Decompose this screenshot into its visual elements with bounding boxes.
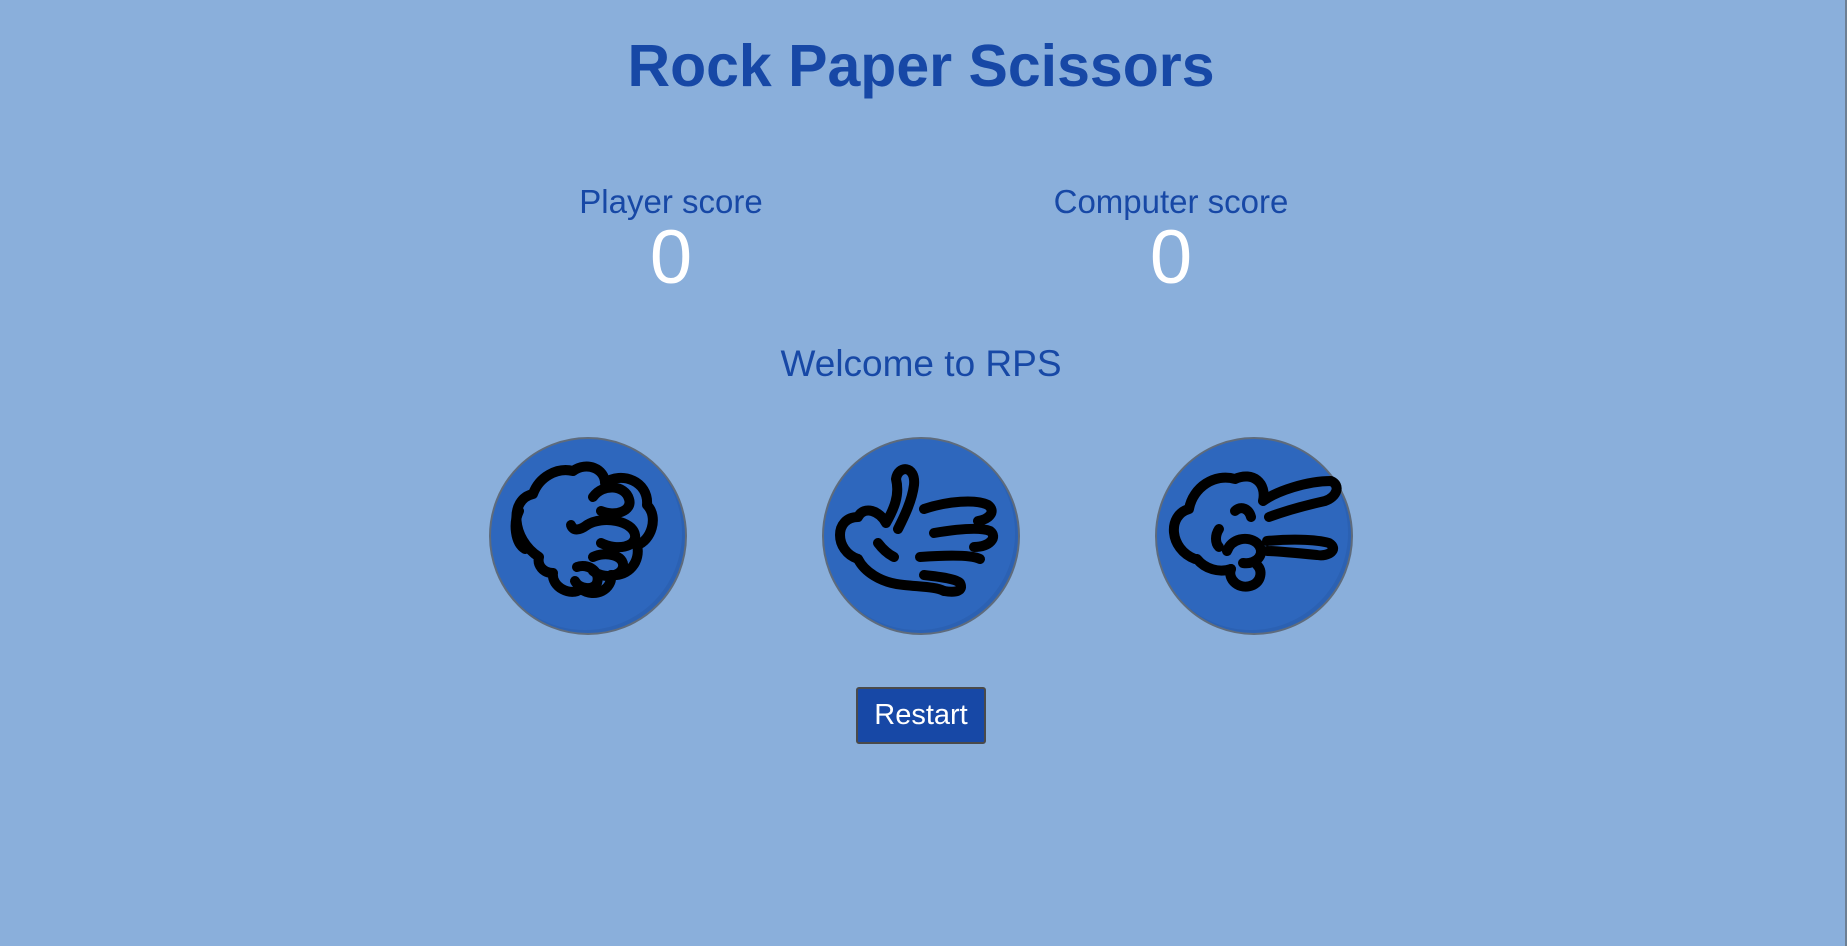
computer-score: Computer score 0 bbox=[991, 182, 1351, 298]
computer-score-value: 0 bbox=[1149, 215, 1193, 300]
player-score-value: 0 bbox=[649, 215, 693, 300]
rock-button[interactable] bbox=[489, 437, 687, 635]
page-title: Rock Paper Scissors bbox=[627, 33, 1215, 99]
scissors-hand-icon bbox=[1169, 471, 1342, 592]
paper-button[interactable] bbox=[822, 437, 1020, 635]
status-message: Welcome to RPS bbox=[780, 343, 1062, 384]
restart-button[interactable]: Restart bbox=[856, 687, 986, 744]
rock-fist-icon bbox=[510, 461, 658, 598]
scissors-button[interactable] bbox=[1155, 437, 1353, 635]
game-page: Rock Paper Scissors Player score 0 Compu… bbox=[0, 0, 1847, 946]
paper-hand-icon bbox=[835, 464, 999, 597]
player-score: Player score 0 bbox=[491, 182, 851, 298]
